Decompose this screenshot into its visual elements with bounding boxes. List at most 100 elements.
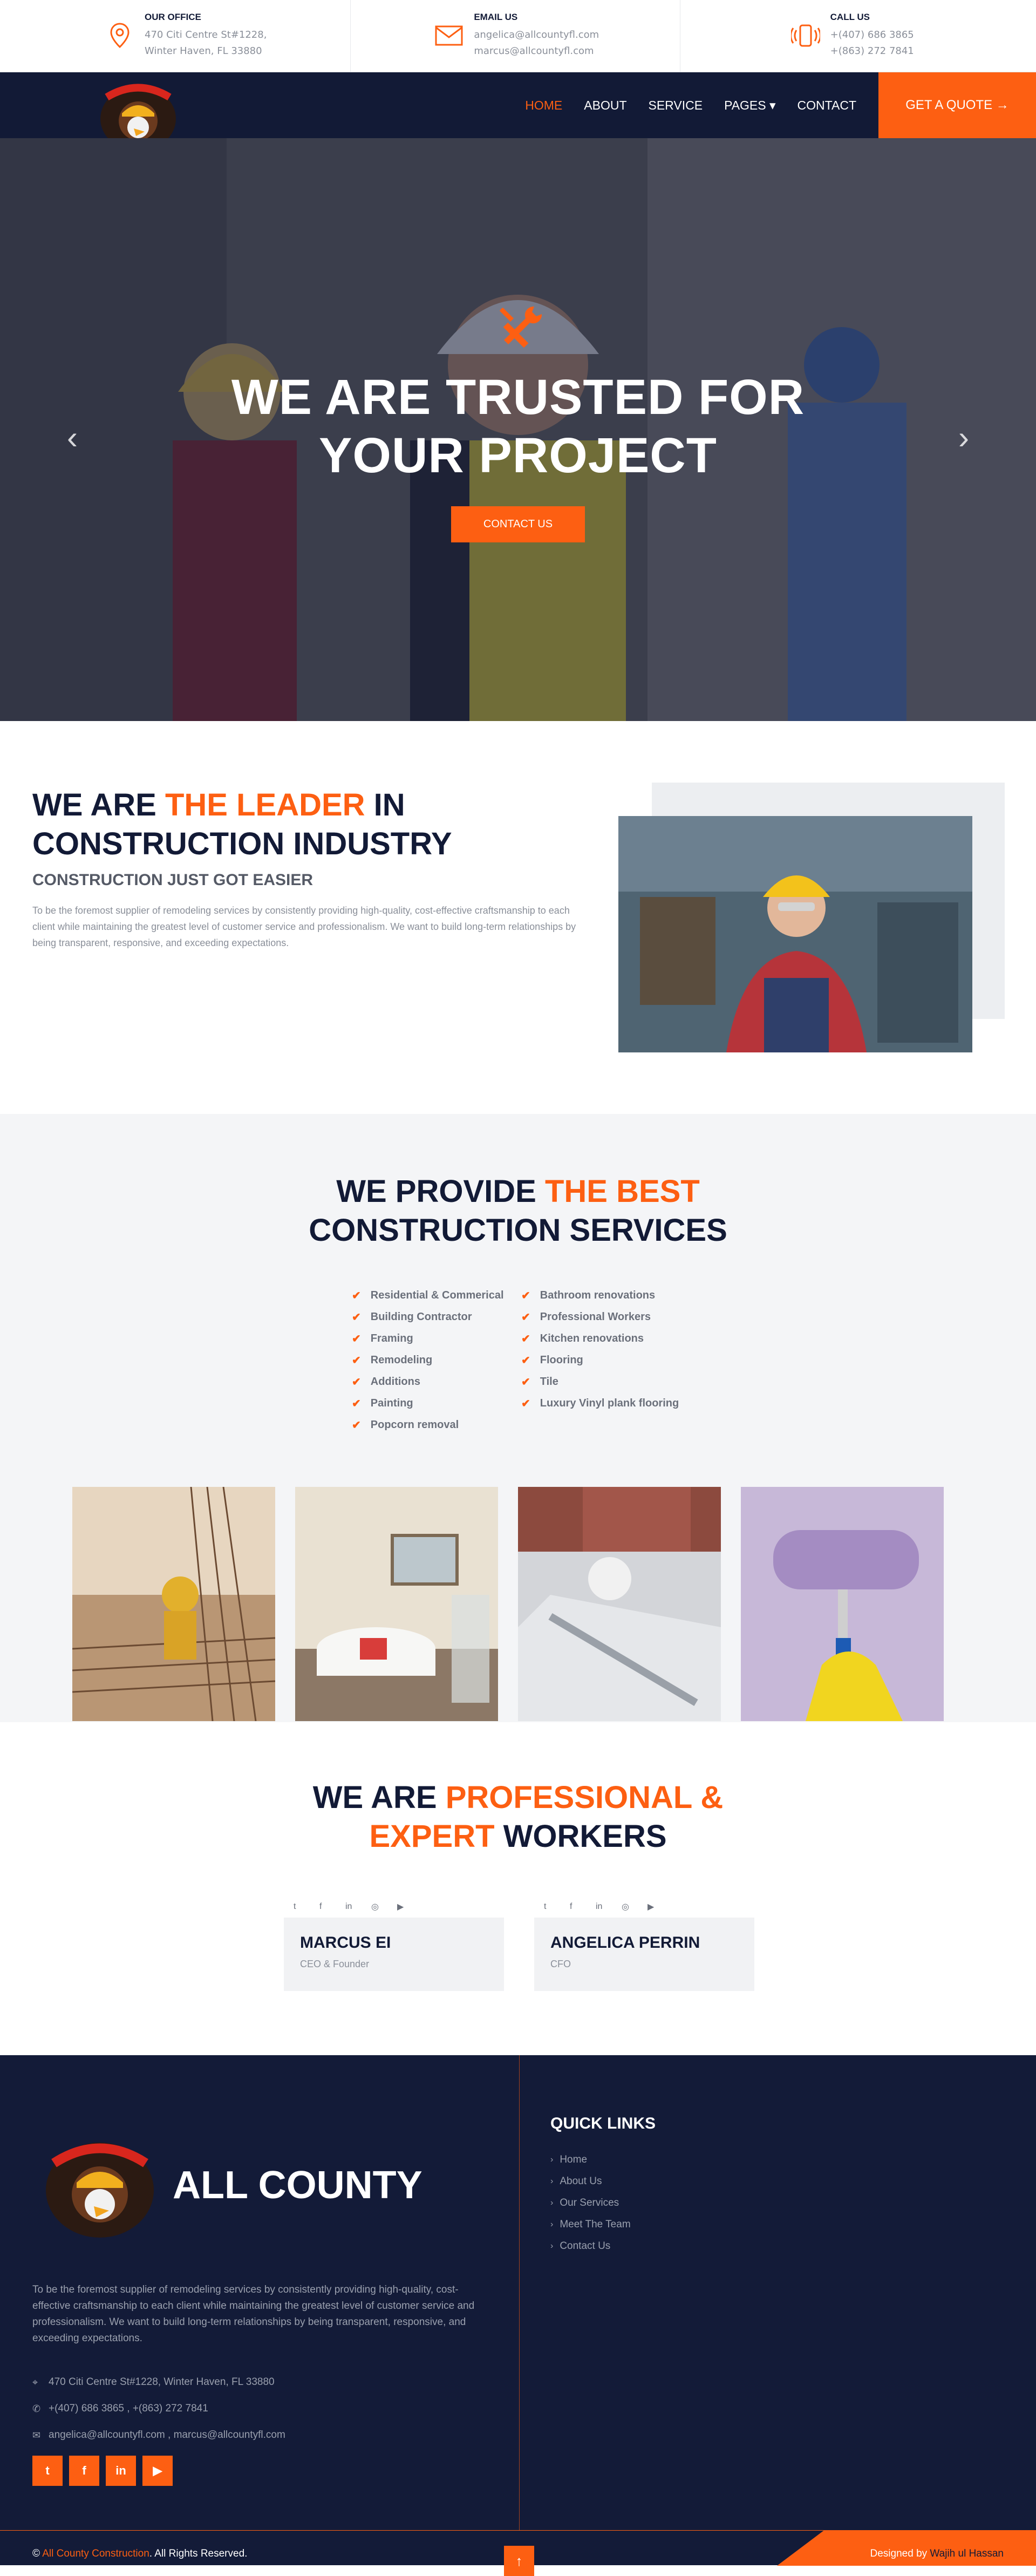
copyright: © All County Construction. All Rights Re… <box>32 2548 247 2560</box>
service-item: ✔ Flooring <box>521 1349 691 1371</box>
team-card-body: MARCUS EI CEO & Founder <box>284 1918 504 1991</box>
linkedin-icon[interactable]: in <box>106 2456 136 2486</box>
footer-social-links: t f in ▶ <box>32 2456 179 2486</box>
member-name: ANGELICA PERRIN <box>550 1934 700 1952</box>
office-title: OUR OFFICE <box>145 12 201 22</box>
service-item: ✔ Framing <box>352 1328 521 1349</box>
nav-menu: HOME ABOUT SERVICE PAGES ▾ CONTACT <box>503 72 856 138</box>
service-label: Framing <box>370 1332 413 1344</box>
check-icon: ✔ <box>352 1333 361 1345</box>
phone-ring-icon <box>789 19 822 52</box>
team-card: t f in ◎ ▶ MARCUS EI CEO & Founder <box>284 1896 504 1991</box>
instagram-icon[interactable]: ◎ <box>622 1901 648 1912</box>
twitter-icon[interactable]: t <box>294 1902 319 1912</box>
linkedin-icon[interactable]: in <box>345 1902 371 1912</box>
youtube-icon[interactable]: ▶ <box>648 1901 673 1912</box>
service-label: Remodeling <box>370 1354 433 1366</box>
painting-roller-image[interactable] <box>741 1487 944 1721</box>
footer-description: To be the foremost supplier of remodelin… <box>32 2284 475 2344</box>
envelope-icon: ✉ <box>32 2429 41 2441</box>
quick-link-label: Home <box>560 2154 588 2165</box>
office-info: OUR OFFICE 470 Citi Centre St#1228, Wint… <box>0 0 351 72</box>
quick-link-label: Contact Us <box>560 2240 611 2252</box>
check-icon: ✔ <box>521 1289 530 1302</box>
facebook-icon[interactable]: f <box>319 1902 345 1912</box>
rebar-worker-image[interactable] <box>72 1487 275 1721</box>
service-item: ✔ Bathroom renovations <box>521 1284 691 1306</box>
service-item: ✔ Residential & Commerical <box>352 1284 521 1306</box>
team-title-highlight2: EXPERT <box>369 1819 495 1854</box>
service-item: ✔ Remodeling <box>352 1349 521 1371</box>
team-title: WE ARE PROFESSIONAL & EXPERT WORKERS <box>0 1778 1036 1856</box>
worker-woman-image <box>618 816 972 1052</box>
check-icon: ✔ <box>521 1397 530 1410</box>
services-section: WE PROVIDE THE BEST CONSTRUCTION SERVICE… <box>0 1114 1036 1722</box>
footer-phone: ✆ +(407) 686 3865 , +(863) 272 7841 <box>32 2403 208 2415</box>
services-title: WE PROVIDE THE BEST CONSTRUCTION SERVICE… <box>0 1172 1036 1250</box>
designer-link[interactable]: Wajih ul Hassan <box>930 2548 1004 2559</box>
service-label: Residential & Commerical <box>370 1289 504 1301</box>
quick-link-contact[interactable]: › Contact Us <box>550 2235 631 2257</box>
twitter-icon[interactable]: t <box>32 2456 63 2486</box>
contact-us-button[interactable]: CONTACT US <box>451 506 585 542</box>
hero-title-line1: WE ARE TRUSTED FOR <box>231 370 805 425</box>
call-info: CALL US +(407) 686 3865 +(863) 272 7841 <box>680 0 1036 72</box>
member-name: MARCUS EI <box>300 1934 391 1952</box>
nav-home[interactable]: HOME <box>525 98 562 113</box>
service-label: Tile <box>540 1375 558 1388</box>
quick-link-label: Our Services <box>560 2197 619 2208</box>
footer-divider <box>519 2055 520 2530</box>
nav-contact[interactable]: CONTACT <box>798 98 856 113</box>
bathroom-image[interactable] <box>295 1487 498 1721</box>
twitter-icon[interactable]: t <box>544 1902 570 1912</box>
service-label: Bathroom renovations <box>540 1289 656 1301</box>
quick-links-title: QUICK LINKS <box>550 2115 656 2132</box>
quick-link-home[interactable]: › Home <box>550 2149 631 2171</box>
call-line2[interactable]: +(863) 272 7841 <box>830 43 914 59</box>
service-item: ✔ Building Contractor <box>352 1306 521 1328</box>
footer-phone-text[interactable]: +(407) 686 3865 , +(863) 272 7841 <box>49 2403 208 2415</box>
copyright-org-link[interactable]: All County Construction <box>42 2548 149 2559</box>
service-label: Luxury Vinyl plank flooring <box>540 1397 679 1409</box>
quick-link-team[interactable]: › Meet The Team <box>550 2214 631 2235</box>
nav-about[interactable]: ABOUT <box>584 98 626 113</box>
hero-slider: ‹ › WE ARE TRUSTED FOR YOUR PROJECT CONT… <box>0 138 1036 721</box>
about-title-highlight: THE LEADER <box>165 787 365 823</box>
call-title: CALL US <box>830 12 870 22</box>
email-line1[interactable]: angelica@allcountyfl.com <box>474 27 599 43</box>
nav-pages[interactable]: PAGES ▾ <box>724 98 775 113</box>
back-to-top-button[interactable]: ↑ <box>504 2546 534 2576</box>
footer-bottom-bar: © All County Construction. All Rights Re… <box>0 2530 1036 2576</box>
service-item: ✔ Additions <box>352 1371 521 1392</box>
team-title-a: WE ARE <box>312 1780 446 1815</box>
facebook-icon[interactable]: f <box>570 1902 596 1912</box>
check-icon: ✔ <box>352 1354 361 1367</box>
linkedin-icon[interactable]: in <box>596 1902 622 1912</box>
services-gallery <box>72 1487 964 1721</box>
check-icon: ✔ <box>352 1311 361 1323</box>
services-title-line2: CONSTRUCTION SERVICES <box>309 1213 727 1248</box>
member-role: CEO & Founder <box>300 1959 370 1969</box>
service-label: Additions <box>370 1375 420 1388</box>
call-line1[interactable]: +(407) 686 3865 <box>830 27 914 43</box>
instagram-icon[interactable]: ◎ <box>371 1901 397 1912</box>
footer-logo[interactable] <box>32 2131 167 2244</box>
hero-title: WE ARE TRUSTED FOR YOUR PROJECT <box>0 368 1036 485</box>
facebook-icon[interactable]: f <box>69 2456 99 2486</box>
nav-service[interactable]: SERVICE <box>649 98 703 113</box>
get-quote-button[interactable]: GET A QUOTE → <box>878 72 1036 138</box>
footer-email-text[interactable]: angelica@allcountyfl.com , marcus@allcou… <box>49 2429 285 2441</box>
service-label: Professional Workers <box>540 1310 651 1323</box>
about-section: WE ARE THE LEADER IN CONSTRUCTION INDUST… <box>0 721 1036 1114</box>
quick-link-about[interactable]: › About Us <box>550 2171 631 2192</box>
email-line2[interactable]: marcus@allcountyfl.com <box>474 43 599 59</box>
about-title-b: IN <box>365 787 405 823</box>
service-item: ✔ Tile <box>521 1371 691 1392</box>
envelope-icon <box>433 19 465 52</box>
service-label: Painting <box>370 1397 413 1409</box>
tile-cutting-image[interactable] <box>518 1487 721 1721</box>
quick-link-services[interactable]: › Our Services <box>550 2192 631 2214</box>
youtube-icon[interactable]: ▶ <box>397 1901 423 1912</box>
hero-title-line2: YOUR PROJECT <box>319 428 717 483</box>
youtube-icon[interactable]: ▶ <box>142 2456 173 2486</box>
